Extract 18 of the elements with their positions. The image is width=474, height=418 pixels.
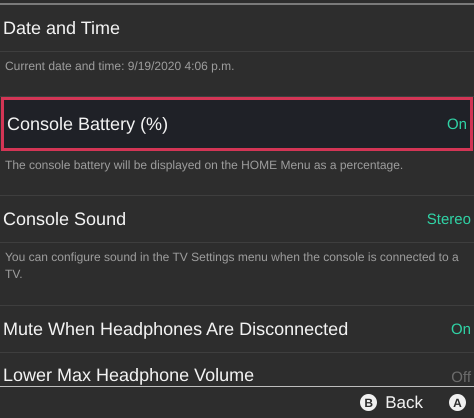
setting-row[interactable]: Mute When Headphones Are Disconnected On [0,306,474,353]
setting-title: Console Battery (%) [7,114,168,134]
setting-value: On [446,116,467,132]
setting-title: Mute When Headphones Are Disconnected [3,318,348,340]
setting-description: The console battery will be displayed on the HOME Menu as a percentage. [0,151,474,196]
setting-value: On [450,320,471,338]
setting-description: You can configure sound in the TV Settings menu when the console is connected to a TV. [0,243,474,306]
setting-value: Stereo [426,210,471,228]
setting-row[interactable]: Console Sound Stereo [0,196,474,243]
confirm-button[interactable]: A [449,394,466,411]
setting-row[interactable]: Date and Time [0,5,474,52]
back-button[interactable]: B Back [360,392,423,412]
setting-title: Lower Max Headphone Volume [3,365,254,386]
setting-title: Console Sound [3,208,126,230]
setting-row[interactable]: Console Battery (%) On [1,97,473,151]
setting-title: Date and Time [3,18,120,38]
setting-row[interactable]: Lower Max Headphone Volume Off [0,353,474,386]
setting-value: Off [451,369,471,386]
